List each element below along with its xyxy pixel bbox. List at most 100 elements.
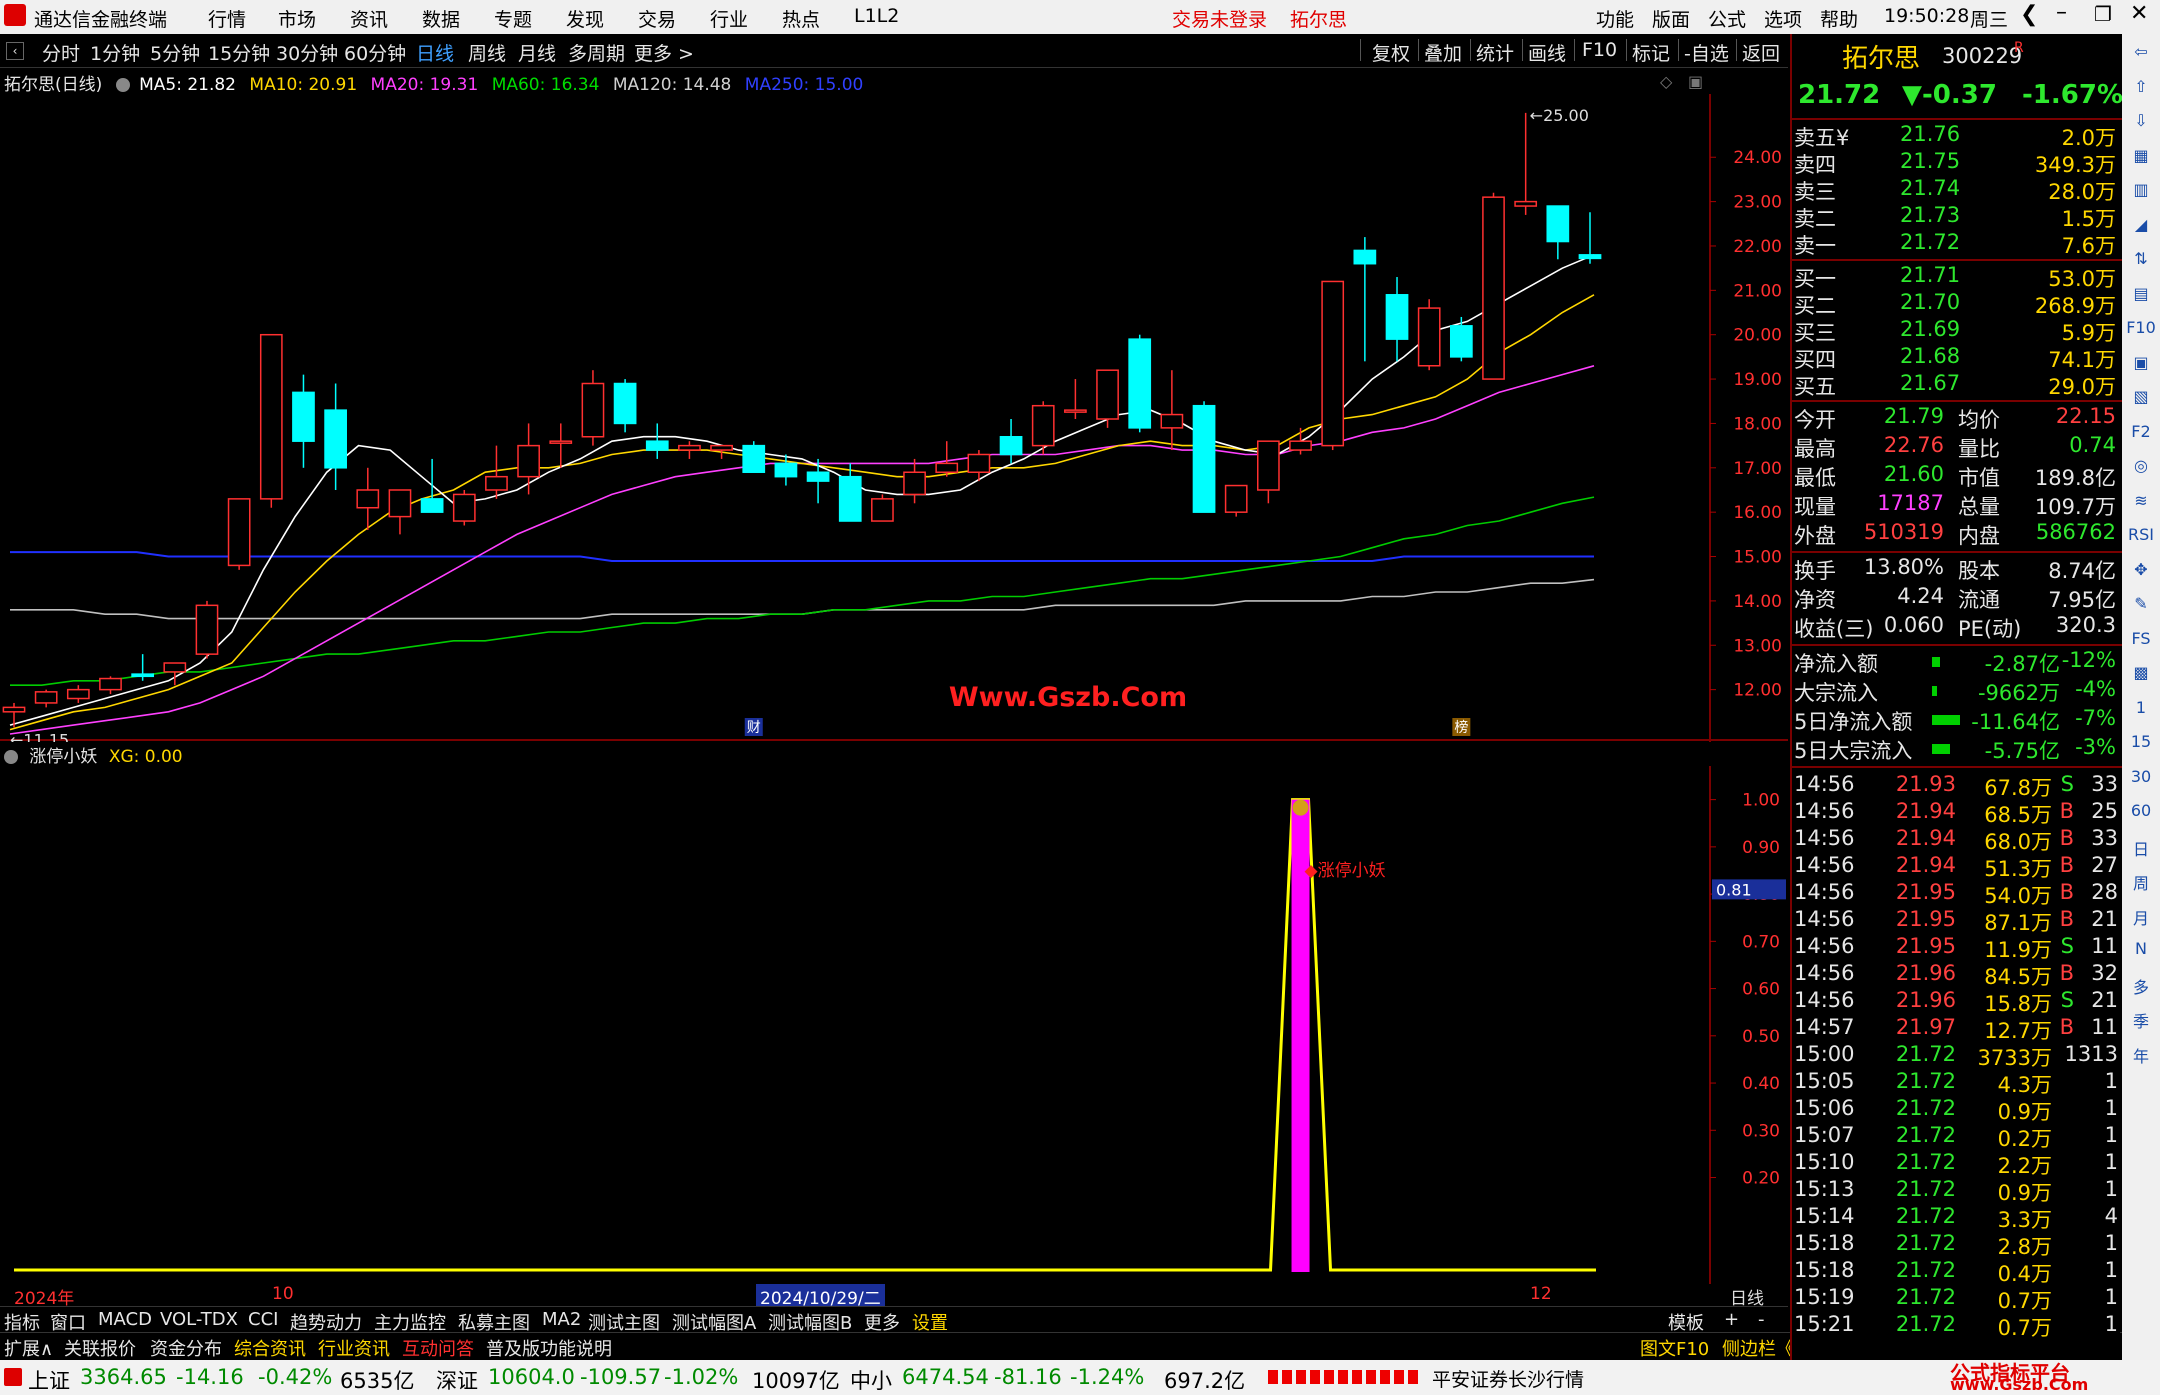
candle[interactable] (1321, 280, 1345, 451)
menu-jiaoyi[interactable]: 交易 (638, 5, 676, 32)
period-15-icon[interactable]: 15 (2122, 732, 2160, 751)
candle[interactable] (1257, 440, 1280, 504)
up-arrow-icon[interactable]: ⇧ (2122, 77, 2160, 96)
candle[interactable] (1353, 237, 1377, 362)
candle[interactable] (1417, 299, 1441, 371)
candle[interactable] (1482, 192, 1505, 380)
fs-icon[interactable]: FS (2122, 629, 2160, 648)
period-daily[interactable]: 日线 (416, 39, 454, 66)
target-icon[interactable]: ◎ (2122, 456, 2160, 475)
period-60-icon[interactable]: 60 (2122, 801, 2160, 820)
trend-icon[interactable]: ◢ (2122, 215, 2160, 234)
period-weekly[interactable]: 周线 (468, 39, 506, 66)
candle[interactable] (131, 654, 155, 681)
candle[interactable] (1546, 205, 1570, 260)
pattern-icon[interactable]: ▧ (2122, 387, 2160, 406)
menu-banmian[interactable]: 版面 (1652, 5, 1690, 32)
candle[interactable] (292, 374, 315, 468)
candle[interactable] (195, 600, 219, 659)
candle[interactable] (1096, 369, 1119, 428)
btn-f10[interactable]: F10 (1582, 39, 1617, 61)
period-60min[interactable]: 60分钟 (344, 39, 406, 66)
tab-ma2[interactable]: MA2 (542, 1309, 581, 1330)
tab-macd[interactable]: MACD (98, 1309, 152, 1330)
period-multi[interactable]: 多周期 (568, 39, 625, 66)
tab-tuwen-f10[interactable]: 图文F10 (1640, 1335, 1709, 1361)
candle[interactable] (356, 467, 380, 530)
candle[interactable] (1160, 370, 1184, 451)
menu-bangzhu[interactable]: 帮助 (1820, 5, 1858, 32)
candle[interactable] (967, 450, 991, 482)
candle[interactable] (549, 423, 573, 468)
period-fenshi[interactable]: 分时 (42, 39, 80, 66)
candle[interactable] (1128, 334, 1152, 433)
zx-label[interactable]: 中小 (850, 1365, 892, 1395)
candle[interactable] (34, 689, 58, 708)
period-1min[interactable]: 1分钟 (90, 39, 140, 66)
period-multi-icon[interactable]: 多 (2122, 974, 2160, 998)
candle[interactable] (1385, 277, 1409, 362)
period-30-icon[interactable]: 30 (2122, 767, 2160, 786)
tab-pujiban[interactable]: 普及版功能说明 (486, 1335, 612, 1361)
candle[interactable] (710, 444, 733, 459)
candle[interactable] (774, 454, 798, 486)
btn-tongji[interactable]: 统计 (1476, 39, 1514, 66)
period-15min[interactable]: 15分钟 (208, 39, 270, 66)
candle[interactable] (388, 489, 412, 535)
candle[interactable] (2, 702, 26, 728)
tab-hudongwenda[interactable]: 互动问答 (402, 1335, 474, 1361)
collapse-icon[interactable]: ‹ (6, 42, 24, 60)
candle[interactable] (324, 383, 347, 490)
candle[interactable] (935, 441, 959, 477)
candle[interactable] (227, 498, 251, 570)
candle[interactable] (999, 419, 1023, 464)
menu-zixun[interactable]: 资讯 (350, 5, 388, 32)
candle[interactable] (903, 458, 926, 504)
grid-icon[interactable]: ▦ (2122, 146, 2160, 165)
menu-shichang[interactable]: 市场 (278, 5, 316, 32)
menu-hangye[interactable]: 行业 (710, 5, 748, 32)
candle[interactable] (1224, 484, 1248, 517)
block-icon[interactable]: ▩ (2122, 663, 2160, 682)
btn-biaoji[interactable]: 标记 (1632, 39, 1670, 66)
login-status[interactable]: 交易未登录 (1172, 5, 1267, 32)
menu-zhuanti[interactable]: 专题 (494, 5, 532, 32)
candle[interactable] (1289, 427, 1312, 455)
tab-kuozhan[interactable]: 扩展∧ (4, 1335, 53, 1361)
candle[interactable] (517, 423, 540, 495)
period-month-icon[interactable]: 月 (2122, 905, 2160, 929)
tab-vol[interactable]: VOL-TDX (160, 1309, 238, 1330)
window-icon[interactable]: ▣ (2122, 353, 2160, 372)
candle[interactable] (1031, 401, 1055, 455)
updown-icon[interactable]: ⇅ (2122, 249, 2160, 268)
wave-icon[interactable]: ≋ (2122, 491, 2160, 510)
period-5min[interactable]: 5分钟 (150, 39, 200, 66)
sh-label[interactable]: 上证 (28, 1365, 70, 1395)
tab-cci[interactable]: CCI (248, 1309, 278, 1330)
btn-fuquan[interactable]: 复权 (1372, 39, 1410, 66)
candle[interactable] (420, 458, 444, 513)
btn-diejia[interactable]: 叠加 (1424, 39, 1462, 66)
menu-gongneng[interactable]: 功能 (1596, 5, 1634, 32)
f2-icon[interactable]: F2 (2122, 422, 2160, 441)
tab-hangyezixun[interactable]: 行业资讯 (318, 1335, 390, 1361)
tab-guanlianbaojia[interactable]: 关联报价 (64, 1335, 136, 1361)
candle[interactable] (66, 685, 90, 703)
menu-gongshi[interactable]: 公式 (1708, 5, 1746, 32)
btn-zixuan[interactable]: -自选 (1684, 39, 1729, 66)
table-icon[interactable]: ▤ (2122, 284, 2160, 303)
settings-circle-icon[interactable] (115, 78, 130, 92)
candle[interactable] (452, 489, 476, 526)
period-day-icon[interactable]: 日 (2122, 836, 2160, 860)
period-week-icon[interactable]: 周 (2122, 870, 2160, 894)
candle[interactable] (613, 379, 637, 433)
panel-toggle-icon[interactable]: ▣ (1688, 72, 1703, 91)
f10-icon[interactable]: F10 (2122, 318, 2160, 337)
minimize-icon[interactable]: – (2056, 0, 2067, 25)
tab-remove-button[interactable]: - (1758, 1309, 1765, 1330)
candle[interactable] (1192, 401, 1216, 513)
down-arrow-icon[interactable]: ⇩ (2122, 111, 2160, 130)
candle[interactable] (871, 494, 894, 522)
close-icon[interactable]: ✕ (2130, 1, 2148, 26)
move-icon[interactable]: ✥ (2122, 560, 2160, 579)
